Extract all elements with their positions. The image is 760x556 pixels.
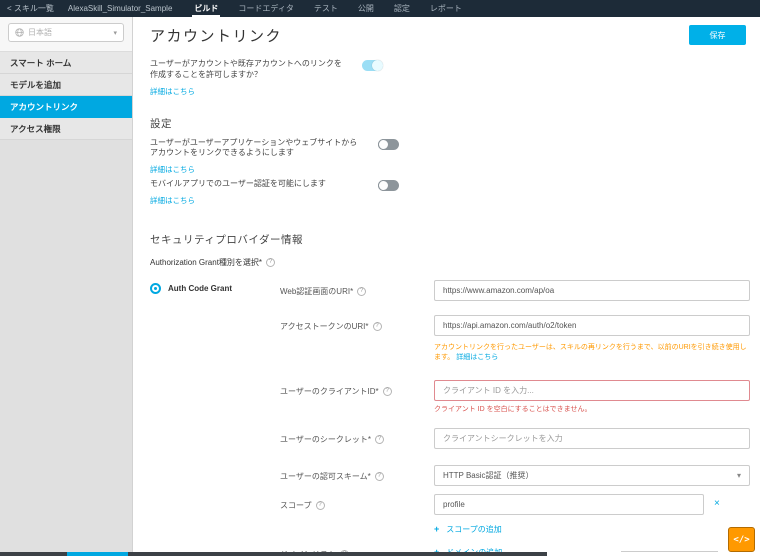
web-auth-uri-input[interactable] bbox=[434, 279, 750, 301]
plus-icon: + bbox=[434, 524, 440, 535]
account-link-question: ユーザーがアカウントや既存アカウントへのリンクを作成することを許可しますか？ bbox=[150, 59, 342, 79]
toggle-knob bbox=[372, 60, 383, 71]
settings-heading: 設定 bbox=[150, 117, 172, 130]
auth-code-grant-radio[interactable] bbox=[150, 282, 161, 294]
top-navigation: < スキル一覧 AlexaSkill_Simulator_Sample ビルド … bbox=[0, 0, 760, 17]
language-label: 日本語 bbox=[28, 28, 52, 37]
client-id-error: クライアント ID を空白にすることはできません。 bbox=[434, 405, 592, 413]
toggle-knob bbox=[378, 180, 389, 192]
remove-scope-icon[interactable]: × bbox=[714, 499, 720, 509]
code-feedback-button[interactable]: </> bbox=[728, 527, 755, 552]
client-id-input[interactable] bbox=[434, 379, 750, 401]
help-icon[interactable]: ? bbox=[374, 471, 384, 481]
account-link-toggle[interactable] bbox=[362, 60, 383, 71]
help-icon[interactable]: ? bbox=[266, 257, 276, 267]
help-icon[interactable]: ? bbox=[382, 386, 392, 396]
help-icon[interactable]: ? bbox=[372, 321, 382, 331]
sidebar-item-smart-home[interactable]: スマート ホーム bbox=[0, 52, 132, 74]
app-link-details-link[interactable]: 詳細はこちら bbox=[150, 164, 195, 175]
help-icon[interactable]: ? bbox=[374, 434, 384, 444]
access-token-uri-input[interactable] bbox=[434, 314, 750, 336]
language-dropdown[interactable]: 日本語 ▾ bbox=[8, 23, 124, 42]
auth-scheme-label: ユーザーの認可スキーム* bbox=[280, 471, 371, 481]
add-scope-link[interactable]: + スコープの追加 bbox=[434, 524, 746, 535]
web-auth-uri-label: Web認証画面のURI* bbox=[280, 286, 354, 296]
mobile-auth-setting-label: モバイルアプリでのユーザー認証を可能にします bbox=[150, 179, 326, 189]
help-icon[interactable]: ? bbox=[315, 500, 325, 510]
chevron-down-icon: ▾ bbox=[736, 470, 741, 480]
tab-publish[interactable]: 公開 bbox=[358, 0, 374, 17]
skill-name[interactable]: AlexaSkill_Simulator_Sample bbox=[68, 4, 173, 13]
help-icon[interactable]: ? bbox=[357, 286, 367, 296]
toggle-knob bbox=[378, 138, 389, 150]
page-title: アカウントリンク bbox=[150, 28, 283, 45]
grant-type-label: Authorization Grant種別を選択* bbox=[150, 257, 263, 267]
sidebar: 日本語 ▾ スマート ホーム モデルを追加 アカウントリンク アクセス権限 bbox=[0, 17, 133, 556]
security-provider-heading: セキュリティプロバイダー情報 bbox=[150, 233, 303, 246]
auth-scheme-select[interactable]: HTTP Basic認証（推奨） ▾ bbox=[434, 464, 750, 486]
client-secret-input[interactable] bbox=[434, 427, 750, 449]
tab-reports[interactable]: レポート bbox=[430, 0, 462, 17]
sidebar-item-add-model[interactable]: モデルを追加 bbox=[0, 74, 132, 96]
footer-bar-accent bbox=[67, 552, 128, 556]
auth-scheme-value: HTTP Basic認証（推奨） bbox=[443, 470, 534, 480]
client-id-label: ユーザーのクライアントID* bbox=[280, 386, 379, 396]
add-scope-label: スコープの追加 bbox=[446, 524, 502, 534]
access-token-uri-label: アクセストークンのURI* bbox=[280, 321, 369, 331]
auth-code-grant-label: Auth Code Grant bbox=[168, 283, 232, 293]
mobile-auth-toggle[interactable] bbox=[378, 180, 399, 192]
globe-icon bbox=[15, 24, 24, 42]
save-button[interactable]: 保存 bbox=[689, 25, 746, 45]
app-link-toggle[interactable] bbox=[378, 138, 399, 150]
scope-input[interactable] bbox=[434, 493, 704, 515]
language-area: 日本語 ▾ bbox=[0, 17, 132, 52]
main-content: アカウントリンク 保存 ユーザーがアカウントや既存アカウントへのリンクを作成する… bbox=[134, 17, 760, 556]
tab-code-editor[interactable]: コードエディタ bbox=[238, 0, 293, 17]
client-secret-label: ユーザーのシークレット* bbox=[280, 434, 371, 444]
sidebar-item-permissions[interactable]: アクセス権限 bbox=[0, 118, 132, 140]
tab-certification[interactable]: 認定 bbox=[394, 0, 410, 17]
account-link-details-link[interactable]: 詳細はこちら bbox=[150, 86, 195, 97]
back-to-skill-list-link[interactable]: < スキル一覧 bbox=[7, 3, 54, 14]
sidebar-item-account-linking[interactable]: アカウントリンク bbox=[0, 96, 132, 118]
chevron-down-icon: ▾ bbox=[113, 29, 117, 37]
tab-test[interactable]: テスト bbox=[314, 0, 338, 17]
tab-build[interactable]: ビルド bbox=[192, 0, 221, 17]
mobile-auth-details-link[interactable]: 詳細はこちら bbox=[150, 195, 195, 206]
scope-label: スコープ bbox=[280, 500, 312, 510]
app-link-setting-label: ユーザーがユーザーアプリケーションやウェブサイトからアカウントをリンクできるよう… bbox=[150, 137, 358, 158]
warning-details-link[interactable]: 詳細はこちら bbox=[456, 354, 498, 361]
divider-line bbox=[621, 551, 718, 552]
